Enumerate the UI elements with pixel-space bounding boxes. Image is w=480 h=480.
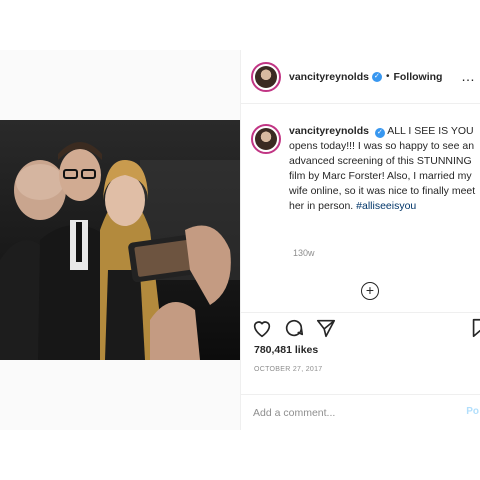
caption-username[interactable]: vancityreynolds xyxy=(289,125,369,137)
caption-body: ALL I SEE IS YOU opens today!!! I was so… xyxy=(289,125,476,212)
more-options-icon[interactable]: … xyxy=(461,68,475,84)
like-count[interactable]: 780,481 likes xyxy=(254,344,318,356)
separator-dot: • xyxy=(385,71,390,82)
caption-avatar[interactable] xyxy=(251,124,281,154)
following-button[interactable]: Following xyxy=(393,71,442,83)
comment-input[interactable] xyxy=(253,403,448,423)
post-details-panel: vancityreynolds ✓ • Following … vancityr… xyxy=(240,50,480,430)
photo-illustration xyxy=(0,120,240,360)
load-more-comments-button[interactable]: + xyxy=(361,282,379,300)
comment-bar: Po xyxy=(241,394,480,430)
comment-icon[interactable] xyxy=(283,317,305,339)
post-date[interactable]: OCTOBER 27, 2017 xyxy=(254,366,322,373)
post-photo[interactable] xyxy=(0,120,240,360)
avatar-image xyxy=(255,128,277,150)
username-link[interactable]: vancityreynolds xyxy=(289,71,369,83)
bookmark-icon[interactable] xyxy=(469,317,480,339)
action-bar xyxy=(241,312,480,340)
avatar[interactable] xyxy=(251,61,281,92)
avatar-image xyxy=(255,65,277,88)
post-header: vancityreynolds ✓ • Following … xyxy=(241,50,480,104)
caption: vancityreynolds ✓ ALL I SEE IS YOU opens… xyxy=(251,124,480,214)
time-ago: 130w xyxy=(293,248,315,258)
heart-icon[interactable] xyxy=(251,317,273,339)
verified-badge-icon: ✓ xyxy=(374,128,385,138)
verified-badge-icon: ✓ xyxy=(371,71,382,82)
caption-text: vancityreynolds ✓ ALL I SEE IS YOU opens… xyxy=(289,124,480,214)
hashtag-link[interactable]: #alliseeisyou xyxy=(356,200,416,212)
post-card: vancityreynolds ✓ • Following … vancityr… xyxy=(0,50,480,430)
paper-plane-icon[interactable] xyxy=(315,317,337,339)
post-comment-button[interactable]: Po xyxy=(466,406,479,417)
